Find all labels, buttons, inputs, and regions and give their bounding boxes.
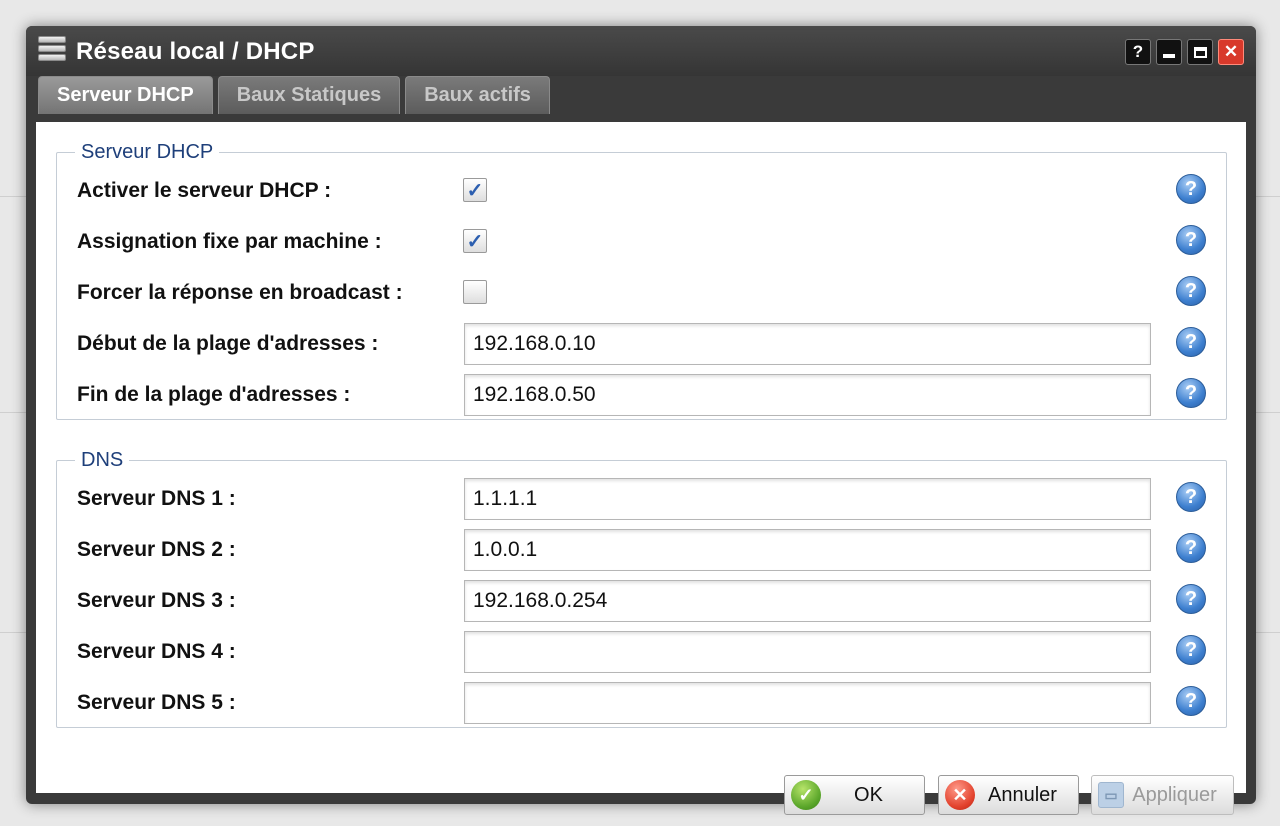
help-icon[interactable]: ? bbox=[1176, 533, 1206, 563]
tab-baux-statiques[interactable]: Baux Statiques bbox=[217, 76, 401, 114]
apply-button-label: Appliquer bbox=[1132, 783, 1217, 806]
help-icon[interactable]: ? bbox=[1176, 482, 1206, 512]
dns-5-input[interactable] bbox=[464, 682, 1151, 724]
range-end-label: Fin de la plage d'adresses : bbox=[77, 383, 351, 406]
check-icon: ✓ bbox=[791, 780, 821, 810]
maximize-icon bbox=[1193, 46, 1207, 58]
dns-row: Serveur DNS 3 : ? bbox=[57, 580, 1226, 622]
maximize-button[interactable] bbox=[1187, 39, 1213, 65]
help-icon[interactable]: ? bbox=[1176, 378, 1206, 408]
fixed-assignment-label: Assignation fixe par machine : bbox=[77, 230, 382, 253]
help-icon[interactable]: ? bbox=[1176, 584, 1206, 614]
network-server-icon bbox=[38, 36, 66, 62]
tab-bar: Serveur DHCP Baux Statiques Baux actifs bbox=[38, 76, 550, 114]
range-end-input[interactable] bbox=[464, 374, 1151, 416]
dhcp-legend: Serveur DHCP bbox=[75, 141, 220, 164]
ok-button-label: OK bbox=[854, 783, 883, 806]
help-icon[interactable]: ? bbox=[1176, 276, 1206, 306]
dns-fieldset: DNS Serveur DNS 1 : ? Serveur DNS 2 : ? … bbox=[56, 449, 1227, 728]
apply-button[interactable]: ▭ Appliquer bbox=[1091, 775, 1234, 815]
dns-3-input[interactable] bbox=[464, 580, 1151, 622]
enable-dhcp-row: Activer le serveur DHCP : ✓ ? bbox=[57, 170, 1226, 210]
force-broadcast-row: Forcer la réponse en broadcast : ? bbox=[57, 272, 1226, 312]
help-icon[interactable]: ? bbox=[1176, 327, 1206, 357]
force-broadcast-label: Forcer la réponse en broadcast : bbox=[77, 281, 403, 304]
dns-4-input[interactable] bbox=[464, 631, 1151, 673]
range-start-label: Début de la plage d'adresses : bbox=[77, 332, 379, 355]
range-start-row: Début de la plage d'adresses : ? bbox=[57, 323, 1226, 365]
dns-legend: DNS bbox=[75, 449, 130, 472]
cancel-button[interactable]: ✕ Annuler bbox=[938, 775, 1079, 815]
dns-row: Serveur DNS 2 : ? bbox=[57, 529, 1226, 571]
dialog-window: Réseau local / DHCP ? ✕ Serveur DHCP Bau… bbox=[26, 26, 1256, 815]
tab-serveur-dhcp[interactable]: Serveur DHCP bbox=[38, 76, 213, 114]
dns-row: Serveur DNS 4 : ? bbox=[57, 631, 1226, 673]
tab-content: Serveur DHCP Activer le serveur DHCP : ✓… bbox=[36, 122, 1246, 815]
dns-4-label: Serveur DNS 4 : bbox=[77, 640, 236, 663]
help-window-button[interactable]: ? bbox=[1125, 39, 1151, 65]
enable-dhcp-label: Activer le serveur DHCP : bbox=[77, 179, 332, 202]
minimize-button[interactable] bbox=[1156, 39, 1182, 65]
close-button[interactable]: ✕ bbox=[1218, 39, 1244, 65]
cancel-button-label: Annuler bbox=[988, 783, 1057, 806]
range-end-row: Fin de la plage d'adresses : ? bbox=[57, 374, 1226, 416]
tab-baux-actifs[interactable]: Baux actifs bbox=[405, 76, 550, 114]
ok-button[interactable]: ✓ OK bbox=[784, 775, 925, 815]
help-icon[interactable]: ? bbox=[1176, 635, 1206, 665]
minimize-icon bbox=[1163, 53, 1175, 58]
dns-1-label: Serveur DNS 1 : bbox=[77, 487, 236, 510]
help-icon[interactable]: ? bbox=[1176, 686, 1206, 716]
dns-5-label: Serveur DNS 5 : bbox=[77, 691, 236, 714]
cancel-icon: ✕ bbox=[945, 780, 975, 810]
window-controls: ? ✕ bbox=[1125, 39, 1244, 65]
dns-row: Serveur DNS 5 : ? bbox=[57, 682, 1226, 724]
help-icon[interactable]: ? bbox=[1176, 225, 1206, 255]
dhcp-fieldset: Serveur DHCP Activer le serveur DHCP : ✓… bbox=[56, 141, 1227, 420]
fixed-assignment-checkbox[interactable]: ✓ bbox=[463, 229, 487, 253]
save-icon: ▭ bbox=[1098, 782, 1124, 808]
title-bar[interactable]: Réseau local / DHCP ? ✕ bbox=[26, 26, 1256, 76]
window-title: Réseau local / DHCP bbox=[76, 38, 315, 65]
range-start-input[interactable] bbox=[464, 323, 1151, 365]
dns-2-label: Serveur DNS 2 : bbox=[77, 538, 236, 561]
dns-2-input[interactable] bbox=[464, 529, 1151, 571]
enable-dhcp-checkbox[interactable]: ✓ bbox=[463, 178, 487, 202]
dns-1-input[interactable] bbox=[464, 478, 1151, 520]
dns-3-label: Serveur DNS 3 : bbox=[77, 589, 236, 612]
fixed-assignment-row: Assignation fixe par machine : ✓ ? bbox=[57, 221, 1226, 261]
force-broadcast-checkbox[interactable] bbox=[463, 280, 487, 304]
help-icon[interactable]: ? bbox=[1176, 174, 1206, 204]
dns-row: Serveur DNS 1 : ? bbox=[57, 478, 1226, 520]
